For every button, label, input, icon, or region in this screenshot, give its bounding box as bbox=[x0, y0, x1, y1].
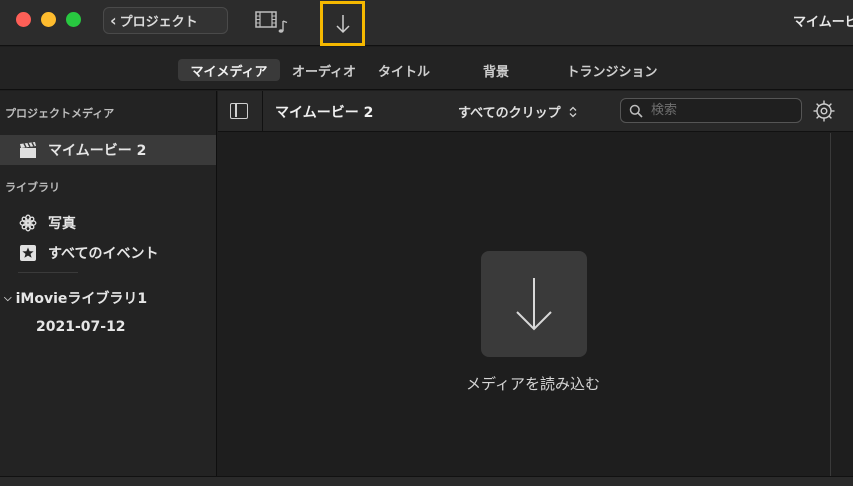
sidebar-item-all-events[interactable]: すべてのイベント bbox=[0, 238, 216, 268]
clip-filter-label: すべてのクリップ bbox=[458, 106, 561, 121]
sidebar-divider bbox=[18, 272, 78, 273]
import-media-label[interactable]: メディアを読み込む bbox=[418, 373, 648, 394]
toolbar-separator bbox=[262, 91, 263, 132]
sidebar-item-project[interactable]: マイムービー 2 bbox=[0, 135, 216, 165]
clapperboard-icon bbox=[18, 140, 38, 160]
chevron-left-icon: ‹ bbox=[110, 11, 117, 30]
sidebar-toggle-icon[interactable] bbox=[230, 103, 248, 119]
sidebar-item-photos[interactable]: 写真 bbox=[0, 208, 216, 238]
sidebar-item-label: マイムービー 2 bbox=[48, 143, 147, 159]
arrow-down-icon bbox=[516, 278, 552, 331]
project-title: マイムービー 2 bbox=[275, 105, 374, 121]
arrow-down-icon bbox=[335, 14, 350, 33]
import-media-button[interactable] bbox=[320, 1, 365, 46]
tab-backgrounds[interactable]: 背景 bbox=[478, 59, 514, 81]
clip-filter-select[interactable]: すべてのクリップ bbox=[458, 102, 577, 121]
window-title: マイムービー bbox=[793, 15, 853, 30]
library-header: ライブラリ bbox=[5, 181, 60, 194]
tab-transitions[interactable]: トランジション bbox=[558, 59, 666, 81]
import-media-tile[interactable] bbox=[481, 251, 587, 357]
content-toolbar: マイムービー 2 すべてのクリップ bbox=[218, 91, 853, 132]
updown-chevron-icon bbox=[569, 106, 577, 118]
tab-my-media[interactable]: マイメディア bbox=[178, 59, 280, 81]
sidebar-item-event[interactable]: 2021-07-12 bbox=[0, 312, 216, 342]
chevron-down-icon[interactable]: ⌵ bbox=[4, 293, 12, 304]
zoom-window-button[interactable] bbox=[66, 12, 81, 27]
library-sidebar: プロジェクトメディア マイムービー 2 ライブラリ 写真 すべてのイベント ⌵ … bbox=[0, 91, 217, 476]
tab-audio[interactable]: オーディオ bbox=[285, 59, 363, 81]
photos-flower-icon bbox=[18, 213, 38, 233]
timeline-divider[interactable] bbox=[0, 476, 853, 486]
search-field[interactable] bbox=[620, 98, 802, 123]
gear-icon[interactable] bbox=[812, 99, 836, 123]
back-button-label: プロジェクト bbox=[119, 15, 198, 30]
star-box-icon bbox=[18, 243, 38, 263]
content-scrollbar[interactable] bbox=[830, 133, 831, 476]
tab-titles[interactable]: タイトル bbox=[372, 59, 436, 81]
project-media-header: プロジェクトメディア bbox=[5, 107, 115, 120]
search-icon bbox=[629, 104, 643, 118]
minimize-window-button[interactable] bbox=[41, 12, 56, 27]
sidebar-item-library[interactable]: ⌵ iMovieライブラリ1 bbox=[0, 283, 216, 313]
close-window-button[interactable] bbox=[16, 12, 31, 27]
media-browser-icon[interactable] bbox=[254, 9, 290, 35]
library-name: iMovieライブラリ1 bbox=[15, 291, 148, 307]
title-bar: ‹ プロジェクト マイムービー bbox=[0, 0, 853, 46]
back-to-projects-button[interactable]: ‹ プロジェクト bbox=[103, 7, 228, 34]
sidebar-item-label: 写真 bbox=[48, 216, 76, 232]
event-date: 2021-07-12 bbox=[36, 319, 126, 335]
sidebar-item-label: すべてのイベント bbox=[48, 246, 159, 262]
search-input[interactable] bbox=[649, 102, 789, 119]
media-browser-content: メディアを読み込む bbox=[218, 133, 853, 476]
browser-tabs-bar: マイメディア オーディオ タイトル 背景 トランジション bbox=[0, 47, 853, 90]
